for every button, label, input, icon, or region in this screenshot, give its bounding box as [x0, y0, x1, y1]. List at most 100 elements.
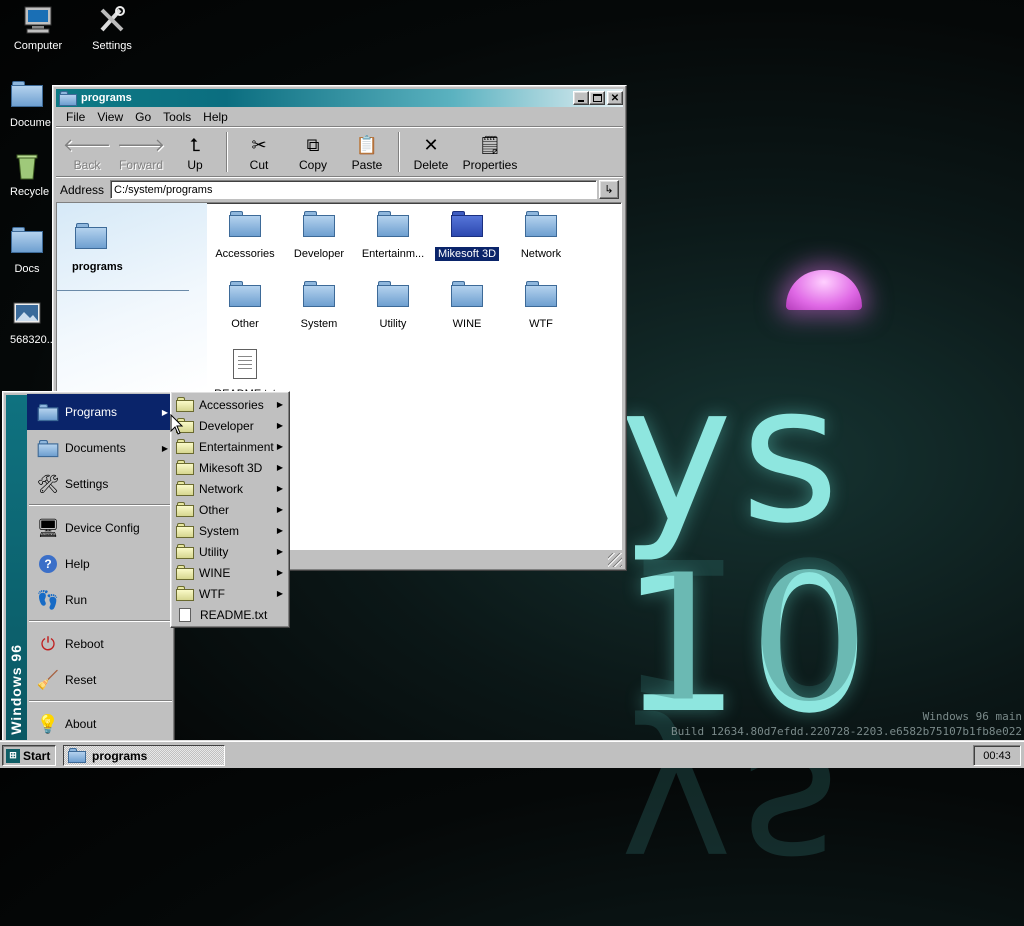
submenu-item-wtf[interactable]: WTF ▶: [173, 583, 287, 604]
delete-label: Delete: [413, 158, 449, 172]
folder-icon: [176, 397, 194, 412]
submenu-label: Accessories: [199, 397, 264, 412]
forward-label: Forward: [118, 158, 163, 172]
paste-button[interactable]: 📋 Paste: [340, 130, 394, 174]
folder-icon: [11, 81, 43, 113]
folder-icon: [176, 565, 194, 580]
banner-text: Windows 96: [8, 644, 24, 735]
submenu-item-readme[interactable]: README.txt: [173, 604, 287, 625]
submenu-label: Network: [199, 481, 244, 496]
toolbar-separator: [226, 132, 228, 172]
title-bar[interactable]: programs ✕: [56, 89, 623, 107]
forward-button[interactable]: 🡒 Forward: [114, 130, 168, 174]
submenu-arrow-icon: ▶: [276, 505, 283, 514]
system-clock[interactable]: 00:43: [973, 745, 1021, 766]
item-label: Developer: [293, 248, 345, 260]
start-item-label: Settings: [65, 477, 109, 491]
monitor-icon: 🖥: [36, 517, 60, 538]
delete-button[interactable]: ✕ Delete: [404, 130, 458, 174]
folder-accessories[interactable]: Accessories: [208, 211, 282, 261]
item-label: WINE: [452, 318, 482, 330]
start-item-reboot[interactable]: ⏻ Reboot: [27, 626, 174, 662]
folder-mikesoft-3d[interactable]: Mikesoft 3D: [430, 211, 504, 262]
start-item-run[interactable]: 👣 Run: [27, 582, 174, 618]
menu-view[interactable]: View: [91, 108, 129, 126]
submenu-label: Developer: [199, 418, 254, 433]
copy-button[interactable]: ⧉ Copy: [286, 130, 340, 174]
desktop-icon-docs[interactable]: Docs: [0, 224, 55, 275]
desktop-icon-recycle[interactable]: Recycle: [0, 150, 55, 198]
folder-other[interactable]: Other: [208, 281, 282, 331]
submenu-item-system[interactable]: System ▶: [173, 520, 287, 541]
build-info: Windows 96 main Build 12634.80d7efdd.220…: [671, 709, 1022, 739]
start-item-label: Reboot: [65, 637, 104, 651]
folder-icon: [377, 211, 409, 237]
folder-icon: [11, 227, 43, 259]
minimize-icon: [578, 100, 584, 102]
start-item-about[interactable]: 💡 About: [27, 706, 174, 742]
submenu-item-network[interactable]: Network ▶: [173, 478, 287, 499]
cut-button[interactable]: ✂ Cut: [232, 130, 286, 174]
desktop-icon-documents[interactable]: Docume: [0, 78, 55, 129]
desktop-icon-computer[interactable]: Computer: [0, 4, 76, 52]
folder-icon: [68, 748, 86, 763]
submenu-item-entertainment[interactable]: Entertainment ▶: [173, 436, 287, 457]
menu-go[interactable]: Go: [129, 108, 157, 126]
folder-utility[interactable]: Utility: [356, 281, 430, 331]
folder-icon: [176, 586, 194, 601]
folder-icon: [525, 281, 557, 307]
menu-help[interactable]: Help: [197, 108, 234, 126]
maximize-button[interactable]: [589, 91, 605, 105]
item-label: WTF: [529, 318, 553, 330]
submenu-item-wine[interactable]: WINE ▶: [173, 562, 287, 583]
submenu-item-utility[interactable]: Utility ▶: [173, 541, 287, 562]
window-title: programs: [81, 92, 132, 104]
start-item-device-config[interactable]: 🖥 Device Config: [27, 510, 174, 546]
folder-icon: [37, 437, 59, 459]
submenu-item-developer[interactable]: Developer ▶: [173, 415, 287, 436]
start-item-programs[interactable]: Programs ▶: [27, 394, 174, 430]
start-item-help[interactable]: ? Help: [27, 546, 174, 582]
up-button[interactable]: ⮤ Up: [168, 130, 222, 174]
folder-icon: [75, 223, 107, 249]
folder-icon: [176, 502, 194, 517]
folder-network[interactable]: Network: [504, 211, 578, 261]
copy-icon: ⧉: [306, 135, 320, 155]
submenu-item-accessories[interactable]: Accessories ▶: [173, 394, 287, 415]
taskbar-button-programs[interactable]: programs: [63, 745, 225, 766]
windows-logo-icon: ⊞: [6, 748, 20, 763]
delete-x-icon: ✕: [423, 135, 439, 155]
close-button[interactable]: ✕: [607, 91, 623, 105]
menu-tools[interactable]: Tools: [157, 108, 197, 126]
folder-developer[interactable]: Developer: [282, 211, 356, 261]
desktop-icon-image[interactable]: 568320...: [0, 298, 55, 346]
menu-separator: [29, 700, 172, 702]
up-folder-icon: ⮤: [189, 135, 201, 155]
menu-file[interactable]: File: [60, 108, 91, 126]
folder-entertainment[interactable]: Entertainm...: [356, 211, 430, 261]
start-item-label: Run: [65, 593, 88, 607]
text-file-icon: [233, 349, 257, 379]
back-button[interactable]: 🡐 Back: [60, 130, 114, 174]
broom-icon: 🧹: [36, 669, 60, 690]
folder-wtf[interactable]: WTF: [504, 281, 578, 331]
start-button[interactable]: ⊞ Start: [2, 745, 56, 766]
resize-grip[interactable]: [608, 553, 622, 567]
submenu-item-other[interactable]: Other ▶: [173, 499, 287, 520]
go-button[interactable]: ↳: [599, 180, 619, 199]
copy-label: Copy: [298, 158, 327, 172]
image-file-icon: [11, 298, 43, 330]
address-input[interactable]: C:/system/programs: [110, 180, 597, 199]
menu-separator: [29, 504, 172, 506]
folder-system[interactable]: System: [282, 281, 356, 331]
start-item-reset[interactable]: 🧹 Reset: [27, 662, 174, 698]
properties-button[interactable]: 🗒 Properties: [458, 130, 522, 174]
start-item-documents[interactable]: Documents ▶: [27, 430, 174, 466]
submenu-arrow-icon: ▶: [276, 442, 283, 451]
minimize-button[interactable]: [573, 91, 589, 105]
start-item-settings[interactable]: 🛠 Settings: [27, 466, 174, 502]
submenu-arrow-icon: ▶: [276, 568, 283, 577]
desktop-icon-settings[interactable]: Settings: [74, 4, 150, 52]
submenu-item-mikesoft-3d[interactable]: Mikesoft 3D ▶: [173, 457, 287, 478]
folder-wine[interactable]: WINE: [430, 281, 504, 331]
